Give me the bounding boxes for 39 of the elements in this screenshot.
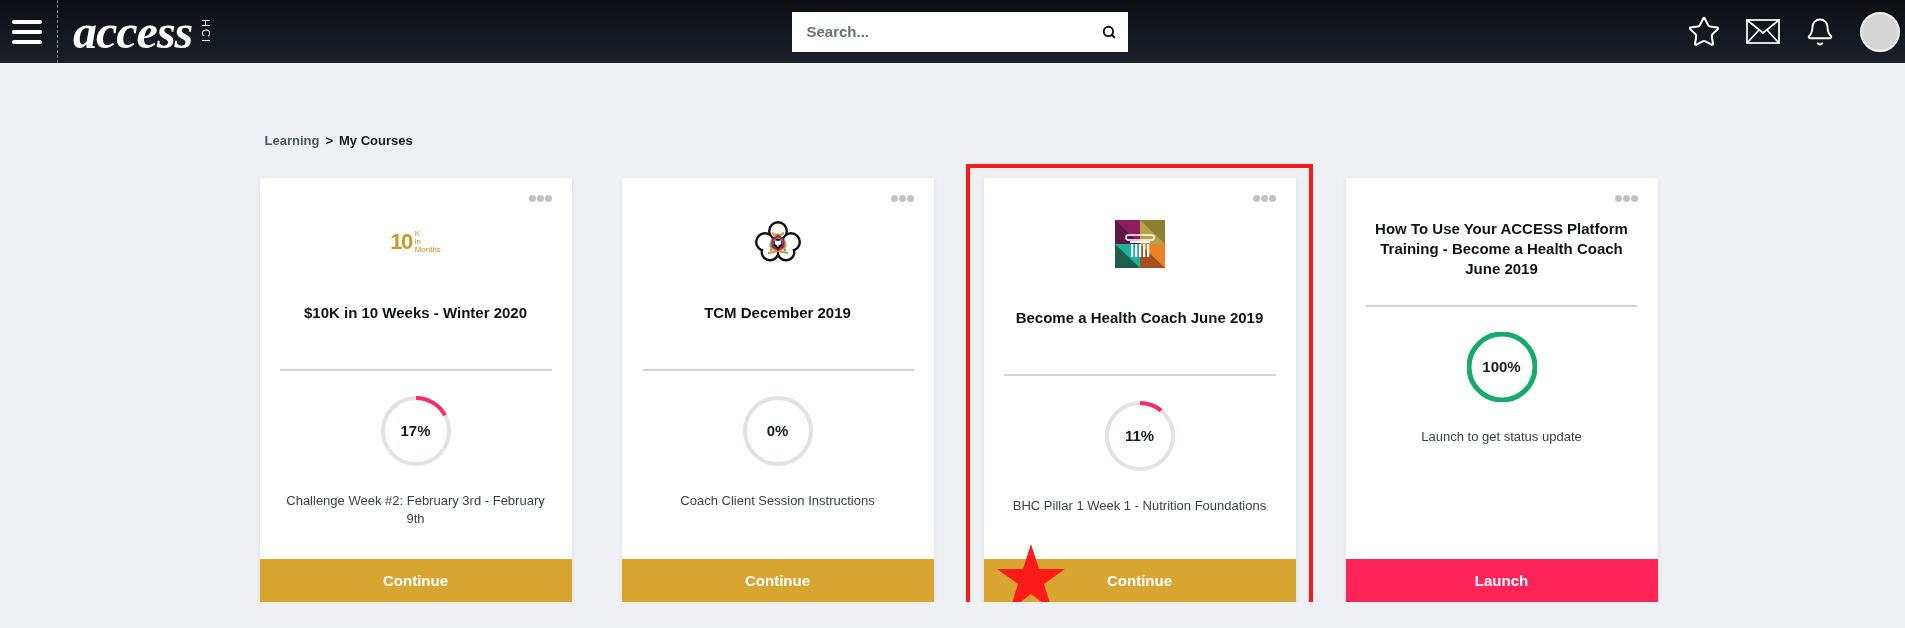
progress-ring	[742, 396, 813, 466]
logo-wordmark[interactable]: access	[73, 7, 193, 56]
lesson-name: Challenge Week #2: February 3rd - February 9th	[285, 492, 546, 528]
logo-caption: in	[414, 238, 422, 246]
progress-percent: 100%	[1482, 358, 1521, 376]
logo-caption: Months	[414, 246, 441, 254]
menu-icon[interactable]	[12, 19, 42, 44]
progress-percent: 11%	[1124, 427, 1155, 445]
lesson-name: BHC Pillar 1 Week 1 - Nutrition Foundations	[1011, 497, 1268, 515]
lesson-name: Launch to get status update	[1420, 428, 1583, 446]
course-emblem-icon	[752, 220, 803, 263]
search-icon[interactable]	[1101, 24, 1116, 39]
logo-tag: HCI	[200, 19, 212, 44]
progress-percent: 0%	[766, 422, 789, 440]
logo-number: 10	[390, 230, 412, 254]
breadcrumb-current[interactable]: My Courses	[339, 133, 413, 149]
progress-ring	[1104, 401, 1175, 471]
continue-button[interactable]: Continue	[259, 559, 572, 602]
star-icon[interactable]	[1687, 14, 1721, 49]
lesson-name: Coach Client Session Instructions	[679, 492, 876, 510]
progress-ring	[1466, 332, 1537, 402]
course-title: $10K in 10 Weeks - Winter 2020	[303, 303, 528, 323]
progress-ring	[380, 396, 451, 466]
continue-button[interactable]: Continue	[621, 559, 934, 602]
mail-icon[interactable]	[1746, 19, 1780, 44]
course-title: How To Use Your ACCESS Platform Training - Become a Health Coach June 2019	[1374, 219, 1629, 279]
avatar-icon[interactable]	[1860, 11, 1900, 52]
search-field[interactable]: Search...	[791, 11, 1128, 52]
breadcrumb-separator: >	[325, 133, 333, 149]
course-title: Become a Health Coach June 2019	[1014, 308, 1265, 328]
progress-percent: 17%	[400, 422, 431, 440]
star-marker-icon	[996, 544, 1065, 602]
continue-button[interactable]: Continue	[983, 559, 1296, 602]
course-title: TCM December 2019	[703, 303, 852, 323]
launch-button[interactable]: Launch	[1345, 559, 1658, 602]
bell-icon[interactable]	[1805, 16, 1835, 47]
logo-caption: K	[414, 230, 421, 238]
course-tile-icon	[1114, 220, 1165, 268]
breadcrumb-link[interactable]: Learning	[264, 133, 320, 149]
